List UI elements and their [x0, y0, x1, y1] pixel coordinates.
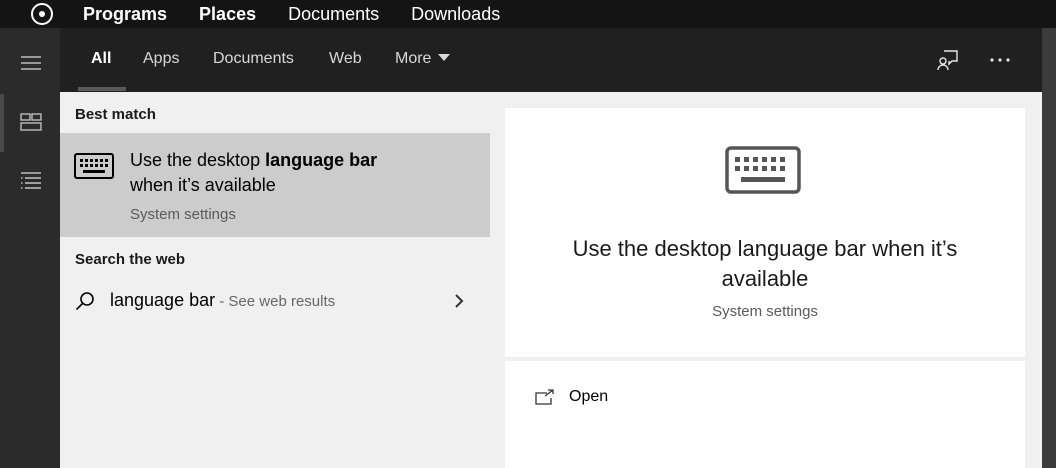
caret-down-icon — [438, 54, 451, 61]
search-web-heading: Search the web — [75, 251, 186, 268]
detail-subtitle: System settings — [712, 303, 818, 320]
best-title-prefix: Use the desktop — [130, 150, 266, 170]
activities-icon[interactable] — [31, 3, 53, 25]
results-pane: Best match Use the desktop language bar w… — [60, 92, 490, 468]
best-match-subtitle: System settings — [130, 206, 236, 223]
best-match-heading: Best match — [75, 106, 156, 123]
menu-downloads[interactable]: Downloads — [411, 0, 500, 28]
ellipsis-icon[interactable] — [986, 46, 1014, 74]
best-match-item[interactable]: Use the desktop language bar when it’s av… — [60, 133, 490, 237]
open-action[interactable]: Open — [535, 383, 608, 411]
background-window-edge — [1042, 28, 1056, 468]
tab-apps[interactable]: Apps — [143, 28, 179, 92]
best-title-bold: language bar — [265, 150, 378, 170]
open-external-icon — [535, 389, 554, 405]
search-icon — [75, 291, 95, 316]
detail-card: Use the desktop language bar when it’s a… — [505, 108, 1025, 357]
list-icon[interactable] — [18, 168, 44, 194]
left-rail — [0, 28, 60, 468]
tab-all[interactable]: All — [91, 28, 111, 92]
keyboard-icon — [725, 146, 801, 199]
tab-more[interactable]: More — [395, 28, 451, 92]
search-tab-bar: All Apps Documents Web More — [60, 28, 1042, 92]
rail-selection-indicator — [0, 94, 4, 152]
menu-documents[interactable]: Documents — [288, 0, 379, 28]
chevron-right-icon[interactable] — [454, 293, 464, 314]
web-search-text: language bar - See web results — [110, 290, 335, 311]
tab-web[interactable]: Web — [329, 28, 362, 92]
web-results-hint: - See web results — [215, 293, 336, 310]
detail-title: Use the desktop language bar when it’s a… — [572, 236, 958, 291]
top-menu: Programs Places Documents Downloads — [83, 0, 532, 28]
menu-programs[interactable]: Programs — [83, 0, 167, 28]
actions-card: Open — [505, 361, 1025, 468]
tab-documents[interactable]: Documents — [213, 28, 294, 92]
tab-active-indicator — [78, 87, 126, 91]
keyboard-icon — [74, 153, 114, 184]
best-match-title: Use the desktop language bar when it’s av… — [130, 148, 470, 198]
top-panel: Programs Places Documents Downloads — [0, 0, 1056, 28]
tab-more-label: More — [395, 50, 432, 67]
best-title-suffix: when it’s available — [130, 175, 276, 195]
feedback-icon[interactable] — [934, 46, 962, 74]
layout-icon[interactable] — [18, 109, 44, 135]
web-query: language bar — [110, 290, 216, 310]
hamburger-icon[interactable] — [18, 50, 44, 76]
open-label: Open — [569, 388, 609, 405]
web-search-item[interactable]: language bar - See web results — [60, 282, 490, 322]
menu-places[interactable]: Places — [199, 0, 256, 28]
